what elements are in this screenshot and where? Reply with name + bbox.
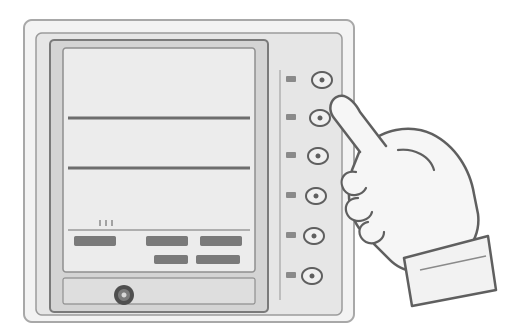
side-button-2[interactable] xyxy=(309,109,331,127)
pointing-hand-icon xyxy=(329,94,498,308)
device-illustration xyxy=(23,19,498,323)
side-button-5[interactable] xyxy=(303,227,325,245)
side-button-3[interactable] xyxy=(307,147,329,165)
round-knob-icon[interactable] xyxy=(114,285,134,305)
bottom-strip xyxy=(62,277,256,305)
side-button-4[interactable] xyxy=(305,187,327,205)
side-button-1[interactable] xyxy=(311,71,333,89)
side-button-6[interactable] xyxy=(301,267,323,285)
